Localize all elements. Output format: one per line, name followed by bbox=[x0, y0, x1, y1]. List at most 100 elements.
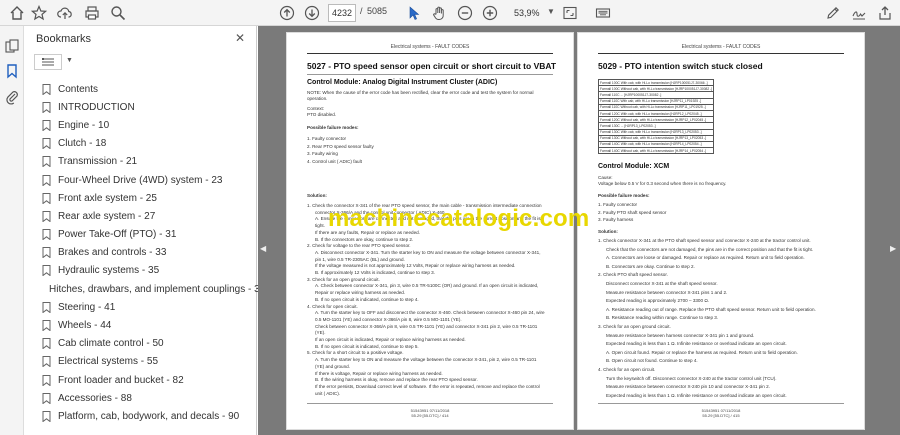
bookmark-label: Wheels - 44 bbox=[58, 320, 112, 332]
select-cursor-icon[interactable] bbox=[404, 3, 424, 23]
bookmark-label: Front axle system - 25 bbox=[58, 192, 157, 204]
bookmark-list: Contents INTRODUCTION Engine - 10 Clutch - … bbox=[42, 80, 266, 426]
text-line: B. If no open circuit is indicated, cont… bbox=[315, 296, 419, 302]
page-header: Electrical systems - FAULT CODES bbox=[681, 44, 761, 50]
bookmark-item[interactable]: Clutch - 18 bbox=[42, 135, 262, 153]
chevron-down-icon[interactable]: ▼ bbox=[547, 7, 555, 16]
bookmark-item[interactable]: Transmission - 21 bbox=[42, 153, 262, 171]
header-divider bbox=[598, 53, 844, 54]
zoom-in-icon[interactable] bbox=[480, 3, 500, 23]
text-line: Measure resistance between connector X-3… bbox=[606, 289, 728, 295]
bookmark-icon[interactable] bbox=[4, 63, 20, 79]
close-icon[interactable]: ✕ bbox=[235, 31, 245, 45]
text-line: 1. Check connector X-341 at the PTO shaf… bbox=[598, 238, 811, 243]
scroll-left-icon[interactable]: ◀ bbox=[260, 244, 268, 256]
bookmark-item[interactable]: Power Take-Off (PTO) - 31 bbox=[42, 226, 262, 244]
text-line: pin 1, wire 0.5 TR-2305AC (BL) and groun… bbox=[315, 256, 405, 262]
bookmark-item[interactable]: Contents bbox=[42, 80, 262, 98]
bookmark-item[interactable]: Four-Wheel Drive (4WD) system - 23 bbox=[42, 171, 262, 189]
page-thumbnails-icon[interactable] bbox=[4, 38, 20, 54]
bookmark-icon bbox=[42, 229, 51, 241]
text-line: A. Turn the starter key to OFF and disco… bbox=[315, 310, 545, 316]
bookmark-icon bbox=[42, 374, 51, 386]
bookmark-item[interactable]: Accessories - 88 bbox=[42, 389, 262, 407]
bookmark-icon bbox=[42, 356, 51, 368]
bookmark-item[interactable]: Electrical systems - 55 bbox=[42, 353, 262, 371]
bookmark-item[interactable]: Steering - 41 bbox=[42, 298, 262, 316]
bookmark-item[interactable]: Wheels - 44 bbox=[42, 316, 262, 334]
attachment-icon[interactable] bbox=[4, 89, 20, 105]
text-line: (YE). bbox=[315, 330, 326, 336]
previous-page-icon[interactable] bbox=[277, 3, 297, 23]
bookmark-options-button[interactable] bbox=[34, 54, 62, 70]
text-line: B. If approximately 12 Volts is indicate… bbox=[315, 270, 436, 275]
bookmark-label: Transmission - 21 bbox=[58, 156, 138, 168]
fit-page-icon[interactable] bbox=[560, 3, 580, 23]
hand-tool-icon[interactable] bbox=[429, 3, 449, 23]
bookmark-item[interactable]: Rear axle system - 27 bbox=[42, 207, 262, 225]
bookmark-icon bbox=[42, 192, 51, 204]
solution-label: Solution: bbox=[598, 229, 618, 234]
bookmark-icon bbox=[42, 174, 51, 186]
table-cell: Farmall 140C Without cab, with Hi-Lo tra… bbox=[597, 147, 715, 155]
bookmark-item[interactable]: Front axle system - 25 bbox=[42, 189, 262, 207]
bookmark-label: Platform, cab, bodywork, and decals - 90 bbox=[58, 410, 240, 422]
text-line: Check between connector X-366/A pin 8, w… bbox=[315, 323, 538, 329]
bookmark-item[interactable]: Cab climate control - 50 bbox=[42, 335, 262, 353]
text-line: 5. Check for a short circuit to a positi… bbox=[307, 350, 404, 356]
footer-divider bbox=[307, 403, 553, 404]
text-line: unit ( ADIC). bbox=[315, 390, 341, 396]
text-line: 4. Check for an open circuit. bbox=[598, 367, 656, 372]
bookmark-label: Front loader and bucket - 82 bbox=[58, 374, 184, 386]
bookmark-icon bbox=[42, 101, 51, 113]
zoom-out-icon[interactable] bbox=[455, 3, 475, 23]
table-row: Farmall 140C Without cab, with Hi-Lo tra… bbox=[597, 147, 715, 155]
text-line: 4. Check for open circuit. bbox=[307, 303, 358, 309]
text-line: A. Open circuit found. Repair or replace… bbox=[606, 349, 798, 355]
text-line: If the error persists, Download correct … bbox=[315, 383, 540, 389]
page-number-input[interactable]: 4232 bbox=[328, 4, 356, 22]
text-line: A. Turn the starter key to ON and measur… bbox=[315, 357, 537, 363]
text-line: A. Connectors are loose or damaged. Repa… bbox=[606, 255, 805, 261]
bookmark-item[interactable]: Hydraulic systems - 35 bbox=[42, 262, 262, 280]
share-icon[interactable] bbox=[875, 3, 895, 23]
text-line: B. If no open circuit is indicated, cont… bbox=[315, 343, 419, 349]
panel-title: Bookmarks bbox=[36, 33, 92, 45]
home-icon[interactable] bbox=[7, 3, 27, 23]
text-line: (YE) and ground. bbox=[315, 363, 350, 369]
keyboard-icon[interactable] bbox=[593, 3, 613, 23]
text-line: If an open circuit is indicated, Repair … bbox=[315, 337, 466, 342]
scroll-right-icon[interactable]: ▶ bbox=[890, 244, 898, 256]
bookmark-icon bbox=[42, 410, 51, 422]
next-page-icon[interactable] bbox=[302, 3, 322, 23]
text-line: A. Check between connector X-341, pin 3,… bbox=[315, 283, 539, 289]
chevron-down-icon[interactable]: ▼ bbox=[66, 57, 73, 64]
sign-icon[interactable] bbox=[849, 3, 869, 23]
upload-cloud-icon[interactable] bbox=[55, 3, 75, 23]
bookmark-item[interactable]: INTRODUCTION bbox=[42, 98, 262, 116]
solution-label: Solution: bbox=[307, 193, 327, 198]
text-line: Repair or replace wiring harness as need… bbox=[315, 290, 406, 296]
bookmark-item[interactable]: Platform, cab, bodywork, and decals - 90 bbox=[42, 407, 262, 425]
page-footer: 51543951 07/11/2018 55.29 [55.DTC] / 415 bbox=[578, 408, 864, 418]
bookmarks-panel: Bookmarks ✕ ▼ Contents INTRODUCTION Engine… bbox=[24, 26, 275, 435]
bookmark-icon bbox=[42, 138, 51, 150]
bookmark-item[interactable]: Engine - 10 bbox=[42, 116, 262, 134]
page-header: Electrical systems - FAULT CODES bbox=[390, 44, 470, 50]
print-icon[interactable] bbox=[82, 3, 102, 23]
edit-pen-icon[interactable] bbox=[823, 3, 843, 23]
text-line: 2. Rear PTO speed sensor faulty bbox=[307, 143, 374, 149]
search-icon[interactable] bbox=[108, 3, 128, 23]
bookmark-item[interactable]: Hitches, drawbars, and implement couplin… bbox=[42, 280, 266, 298]
star-icon[interactable] bbox=[29, 3, 49, 23]
text-line: 4. Control unit ( ADIC) fault bbox=[307, 158, 362, 164]
bookmark-label: Hitches, drawbars, and implement couplin… bbox=[49, 283, 266, 295]
text-line: 2. Check for voltage to the rear PTO spe… bbox=[307, 243, 411, 249]
bookmark-item[interactable]: Front loader and bucket - 82 bbox=[42, 371, 262, 389]
footer-divider bbox=[598, 403, 844, 404]
list-options-icon bbox=[42, 58, 54, 66]
bookmark-item[interactable]: Brakes and controls - 33 bbox=[42, 244, 262, 262]
document-page-right: Electrical systems - FAULT CODES 5029 - … bbox=[577, 32, 865, 430]
bookmark-label: Electrical systems - 55 bbox=[58, 356, 159, 368]
bookmark-label: Clutch - 18 bbox=[58, 138, 107, 150]
